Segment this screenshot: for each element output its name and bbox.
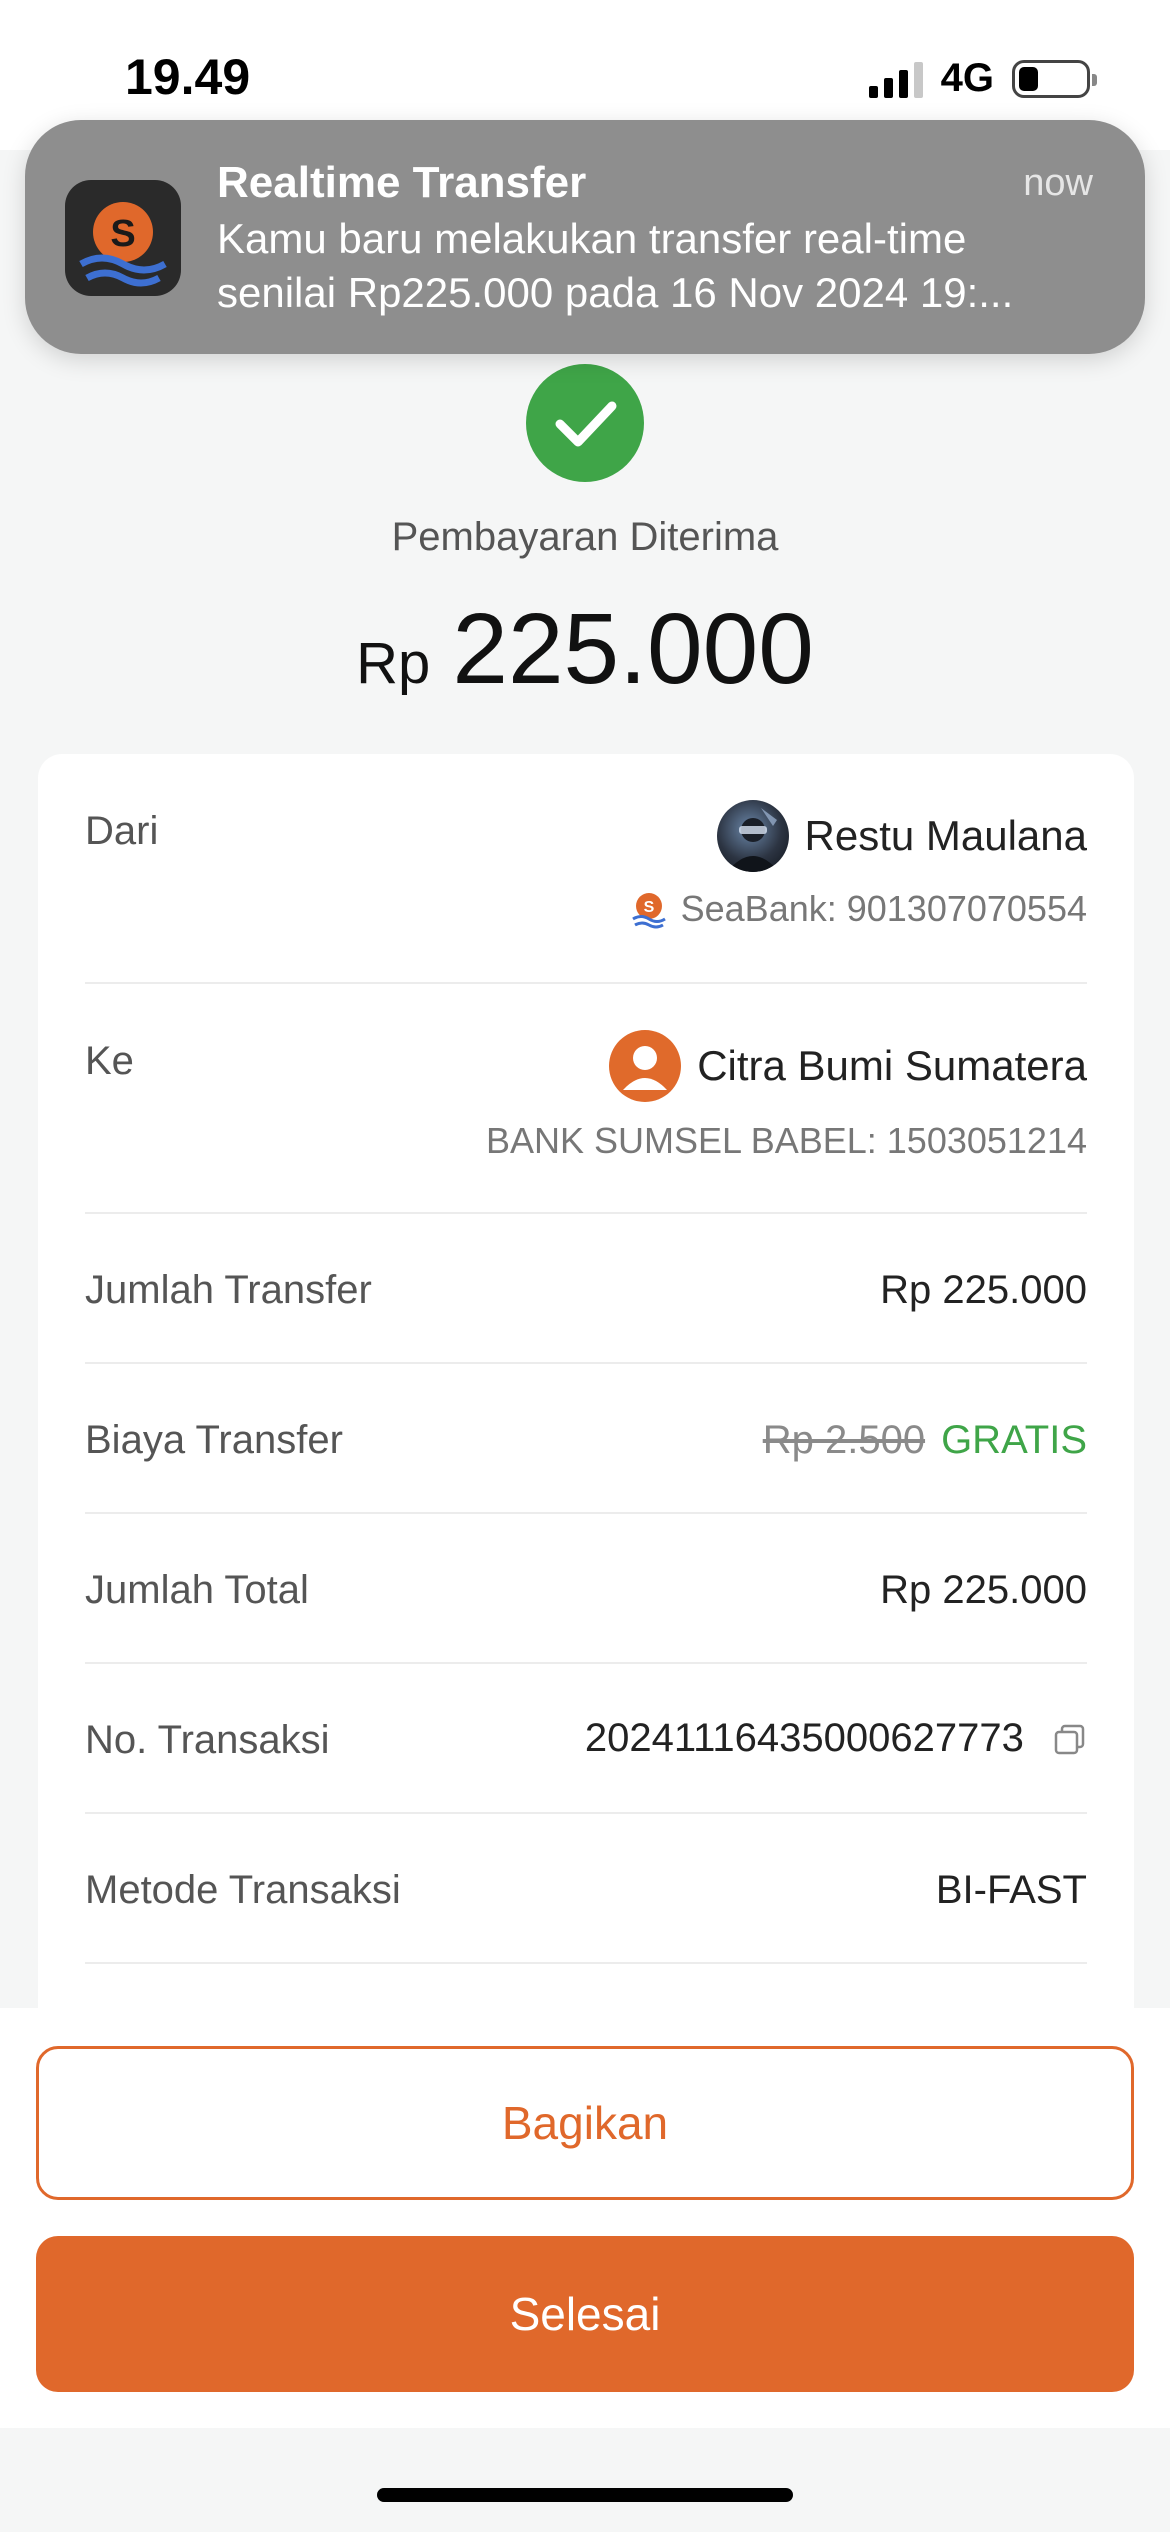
sender-name-text: Restu Maulana xyxy=(804,812,1088,859)
sender-account: S SeaBank: 901307070554 xyxy=(629,888,1087,930)
transfer-fee-label: Biaya Transfer xyxy=(85,1418,343,1462)
home-indicator[interactable] xyxy=(377,2488,793,2502)
battery-fill xyxy=(1019,66,1039,91)
copy-icon[interactable] xyxy=(1053,1723,1087,1757)
battery-icon xyxy=(1012,59,1097,98)
from-label: Dari xyxy=(85,809,159,853)
svg-text:S: S xyxy=(643,899,654,916)
transfer-fee-value: Rp 2.500 GRATIS xyxy=(763,1418,1087,1463)
network-label: 4G xyxy=(940,56,994,100)
notification-banner[interactable]: S Realtime Transfer now Kamu baru melaku… xyxy=(25,120,1145,354)
seabank-icon: S xyxy=(631,893,666,929)
amount-value: 225.000 xyxy=(452,593,814,705)
sender-account-text: SeaBank: 901307070554 xyxy=(680,888,1087,929)
detail-row-method: Metode Transaksi BI-FAST xyxy=(85,1814,1087,1964)
method-label: Metode Transaksi xyxy=(85,1868,401,1912)
detail-row-from: Dari Restu Maulana S SeaBank: 9013070705… xyxy=(85,754,1087,984)
checkmark-icon xyxy=(526,364,644,482)
transaction-no-text: 20241116435000627773 xyxy=(584,1716,1024,1760)
total-value: Rp 225.000 xyxy=(880,1568,1087,1612)
sender-name: Restu Maulana xyxy=(716,800,1088,872)
transfer-amount-label: Jumlah Transfer xyxy=(85,1268,372,1312)
signal-icon xyxy=(868,60,923,98)
notification-body-line2: senilai Rp225.000 pada 16 Nov 2024 19:..… xyxy=(217,269,1014,316)
action-panel: Bagikan Selesai xyxy=(0,2008,1170,2428)
status-time: 19.49 xyxy=(125,49,251,105)
notification-time: now xyxy=(1023,162,1093,204)
to-label: Ke xyxy=(85,1039,134,1083)
done-button[interactable]: Selesai xyxy=(36,2236,1134,2392)
original-fee: Rp 2.500 xyxy=(762,1418,926,1462)
transaction-no-value: 20241116435000627773 xyxy=(585,1716,1087,1761)
method-value: BI-FAST xyxy=(935,1868,1087,1912)
payment-status-label: Pembayaran Diterima xyxy=(391,515,779,559)
transaction-detail-card: Dari Restu Maulana S SeaBank: 9013070705… xyxy=(38,754,1134,2054)
status-indicators: 4G xyxy=(868,56,1097,101)
payment-amount: Rp 225.000 xyxy=(0,592,1170,707)
notification-body: Kamu baru melakukan transfer real-time s… xyxy=(217,212,1097,320)
notification-body-line1: Kamu baru melakukan transfer real-time xyxy=(217,215,967,262)
recipient-name: Citra Bumi Sumatera xyxy=(609,1030,1087,1102)
total-label: Jumlah Total xyxy=(85,1568,309,1612)
detail-row-total: Jumlah Total Rp 225.000 xyxy=(85,1514,1087,1664)
transaction-no-label: No. Transaksi xyxy=(85,1718,330,1762)
transfer-amount-value: Rp 225.000 xyxy=(880,1268,1087,1312)
recipient-account: BANK SUMSEL BABEL: 1503051214 xyxy=(485,1120,1087,1161)
detail-row-transaction-no: No. Transaksi 20241116435000627773 xyxy=(85,1664,1087,1814)
seabank-logo-icon: S xyxy=(65,180,181,296)
detail-row-transfer-amount: Jumlah Transfer Rp 225.000 xyxy=(85,1214,1087,1364)
detail-row-transfer-fee: Biaya Transfer Rp 2.500 GRATIS xyxy=(85,1364,1087,1514)
notification-title: Realtime Transfer xyxy=(217,158,587,207)
sender-avatar xyxy=(716,800,789,872)
free-badge: GRATIS xyxy=(941,1418,1087,1462)
detail-row-to: Ke Citra Bumi Sumatera BANK SUMSEL BABEL… xyxy=(85,984,1087,1214)
recipient-name-text: Citra Bumi Sumatera xyxy=(697,1042,1087,1089)
currency-label: Rp xyxy=(356,631,431,696)
default-user-icon xyxy=(609,1030,682,1102)
share-button[interactable]: Bagikan xyxy=(36,2046,1134,2200)
svg-text:S: S xyxy=(110,213,135,255)
